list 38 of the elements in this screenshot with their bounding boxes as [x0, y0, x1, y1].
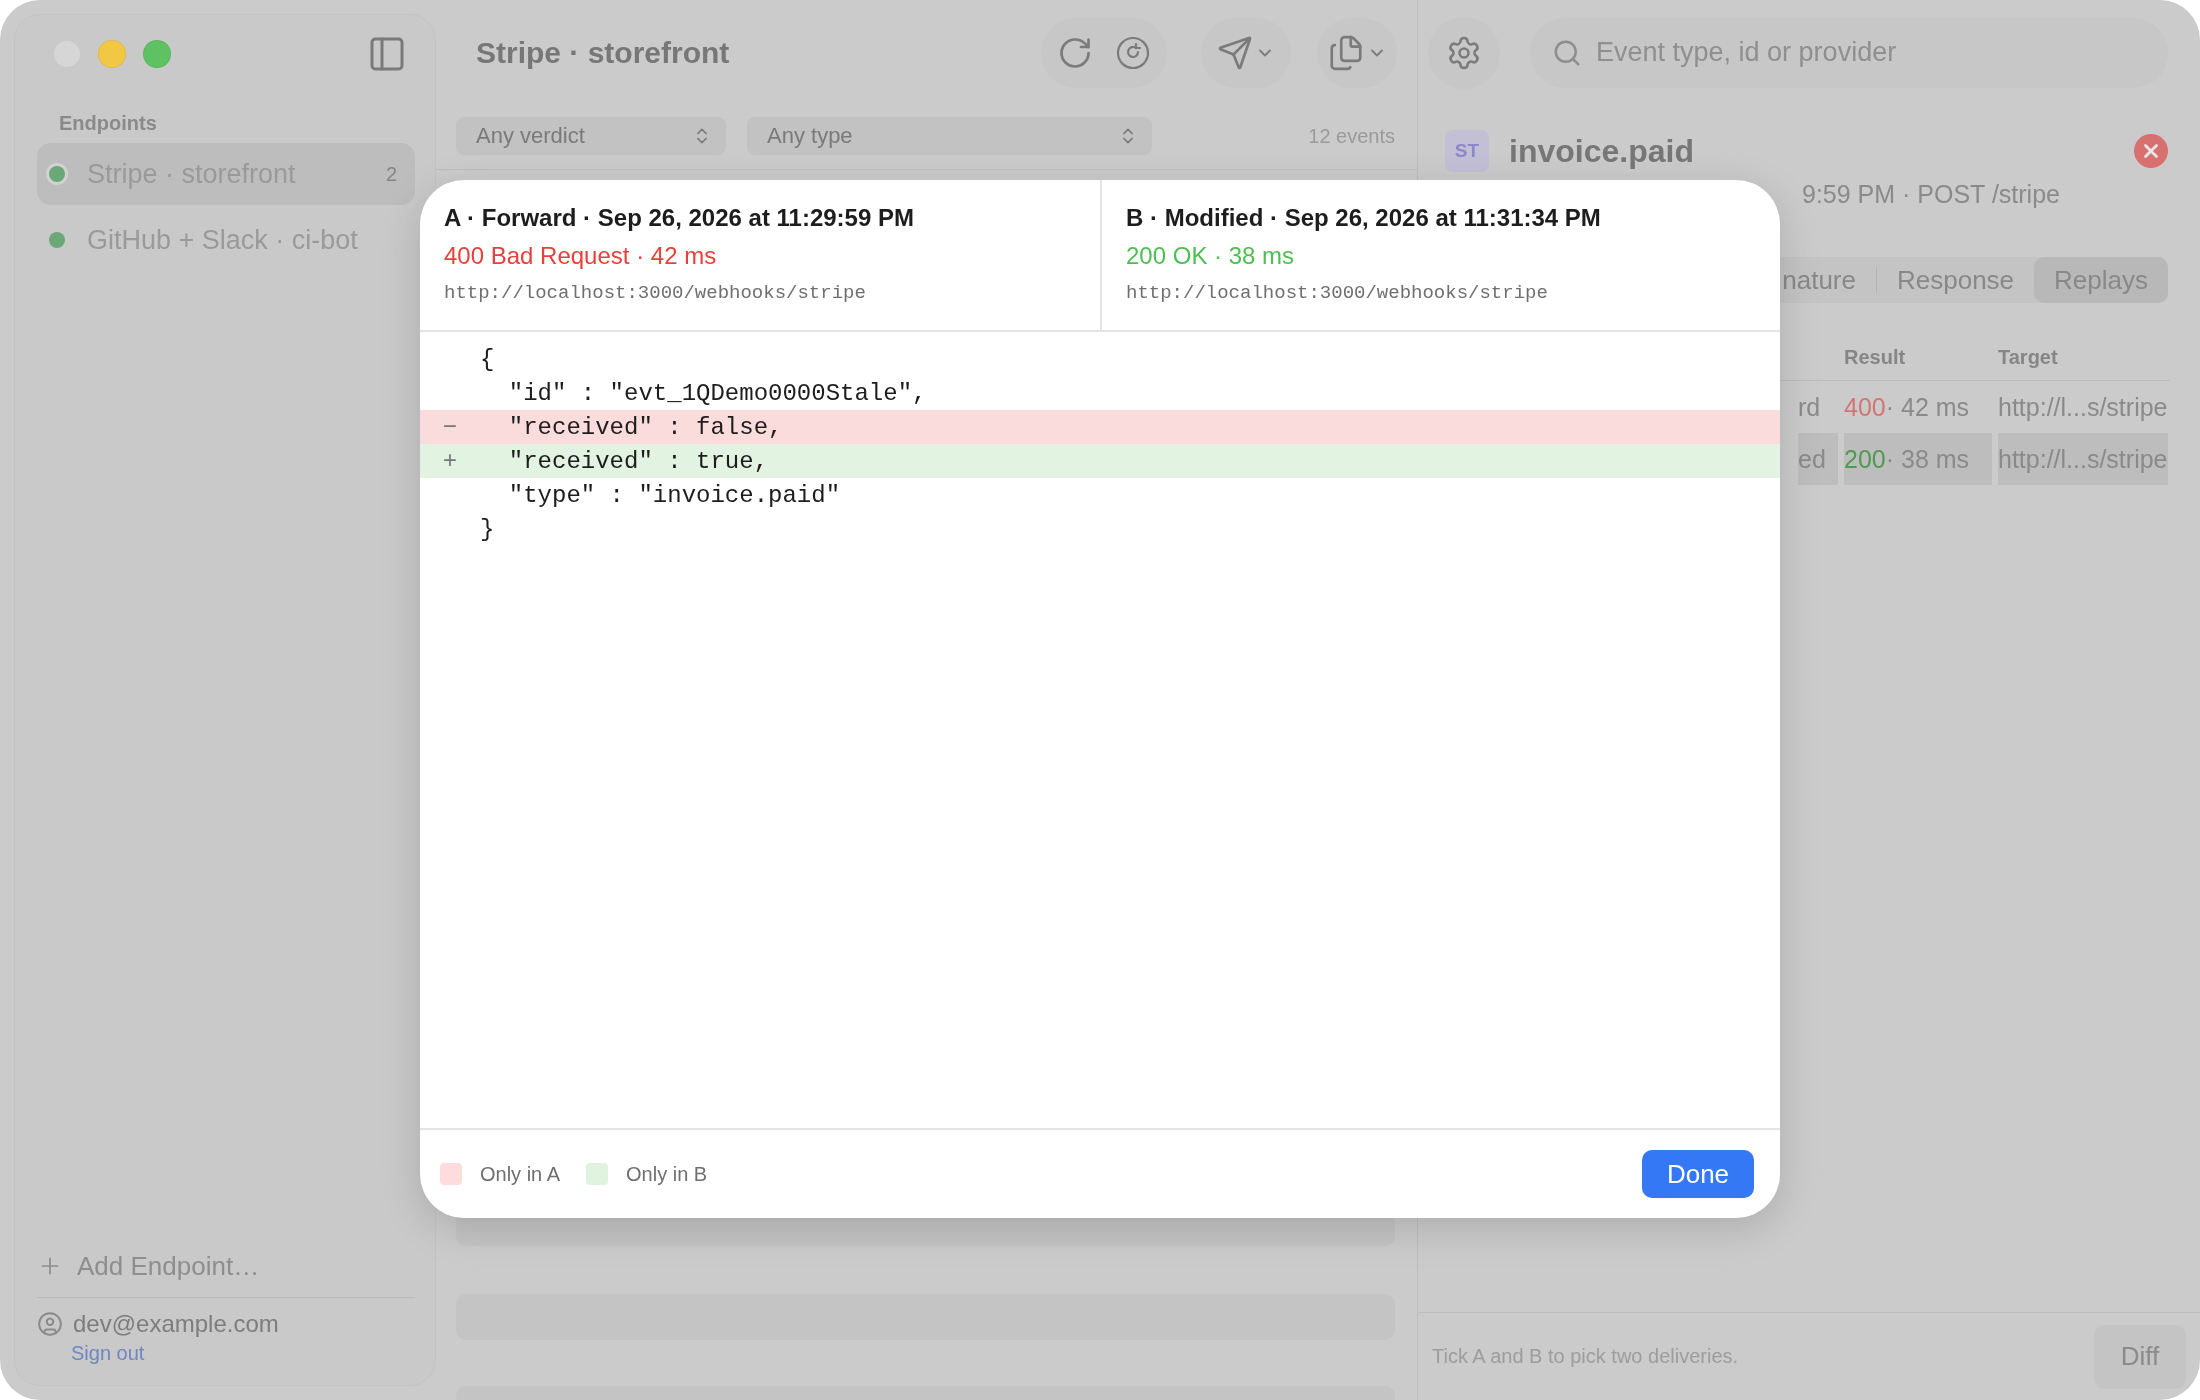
- list-title: Stripe · storefront: [476, 35, 730, 70]
- sign-out-link[interactable]: Sign out: [71, 1342, 415, 1365]
- delivery-url: http://localhost:3000/webhooks/stripe: [1126, 282, 1549, 304]
- search-field[interactable]: Event type, id or provider: [1530, 17, 2168, 88]
- settings-icon: [1446, 34, 1482, 71]
- table-cell-text: rd: [1798, 391, 1822, 423]
- legend-label: Only in B: [626, 1162, 708, 1186]
- send-icon: [1217, 34, 1253, 71]
- table-cell-text: 400· 42 ms: [1844, 391, 1971, 423]
- filter-dropdown[interactable]: Any verdict: [456, 117, 726, 155]
- tab[interactable]: Response: [1877, 257, 2035, 303]
- user-icon: [37, 1311, 63, 1337]
- section-title: Endpoints: [59, 112, 158, 135]
- endpoint-count: 2: [385, 162, 397, 186]
- legend-label: Only in A: [480, 1162, 561, 1186]
- delivery-status: 200 OK · 38 ms: [1126, 242, 1296, 270]
- files-icon: [1327, 33, 1365, 72]
- delivery-title: A · Forward · Sep 26, 2026 at 11:29:59 PM: [444, 204, 915, 232]
- add-endpoint-button[interactable]: Add Endpoint…: [37, 1243, 415, 1289]
- code-line: {: [479, 344, 496, 375]
- code-line: }: [479, 514, 496, 545]
- replay-button[interactable]: [1115, 34, 1151, 71]
- column-header: Target: [1998, 346, 2059, 369]
- zoom-button[interactable]: [143, 40, 171, 68]
- event-subtitle: 9:59 PM · POST /stripe: [1801, 179, 2061, 209]
- delivery-url: http://localhost:3000/webhooks/stripe: [444, 282, 867, 304]
- delivery-status: 400 Bad Request · 42 ms: [444, 242, 718, 270]
- filter-dropdown[interactable]: Any type: [747, 117, 1152, 155]
- tab[interactable]: nature: [1762, 257, 1876, 303]
- account-email: dev@example.com: [73, 1310, 279, 1338]
- code-line: "id" : "evt_1QDemo0000Stale",: [507, 378, 928, 409]
- delivery-title: B · Modified · Sep 26, 2026 at 11:31:34 PM: [1126, 204, 1602, 232]
- done-button[interactable]: Done: [1642, 1150, 1754, 1198]
- event-title: invoice.paid: [1509, 132, 1694, 170]
- code-line: "type" : "invoice.paid": [507, 480, 842, 511]
- provider-badge: ST: [1445, 130, 1489, 172]
- table-cell-text: http://l...s/stripe: [1998, 391, 2168, 423]
- column-header: Result: [1844, 346, 1907, 369]
